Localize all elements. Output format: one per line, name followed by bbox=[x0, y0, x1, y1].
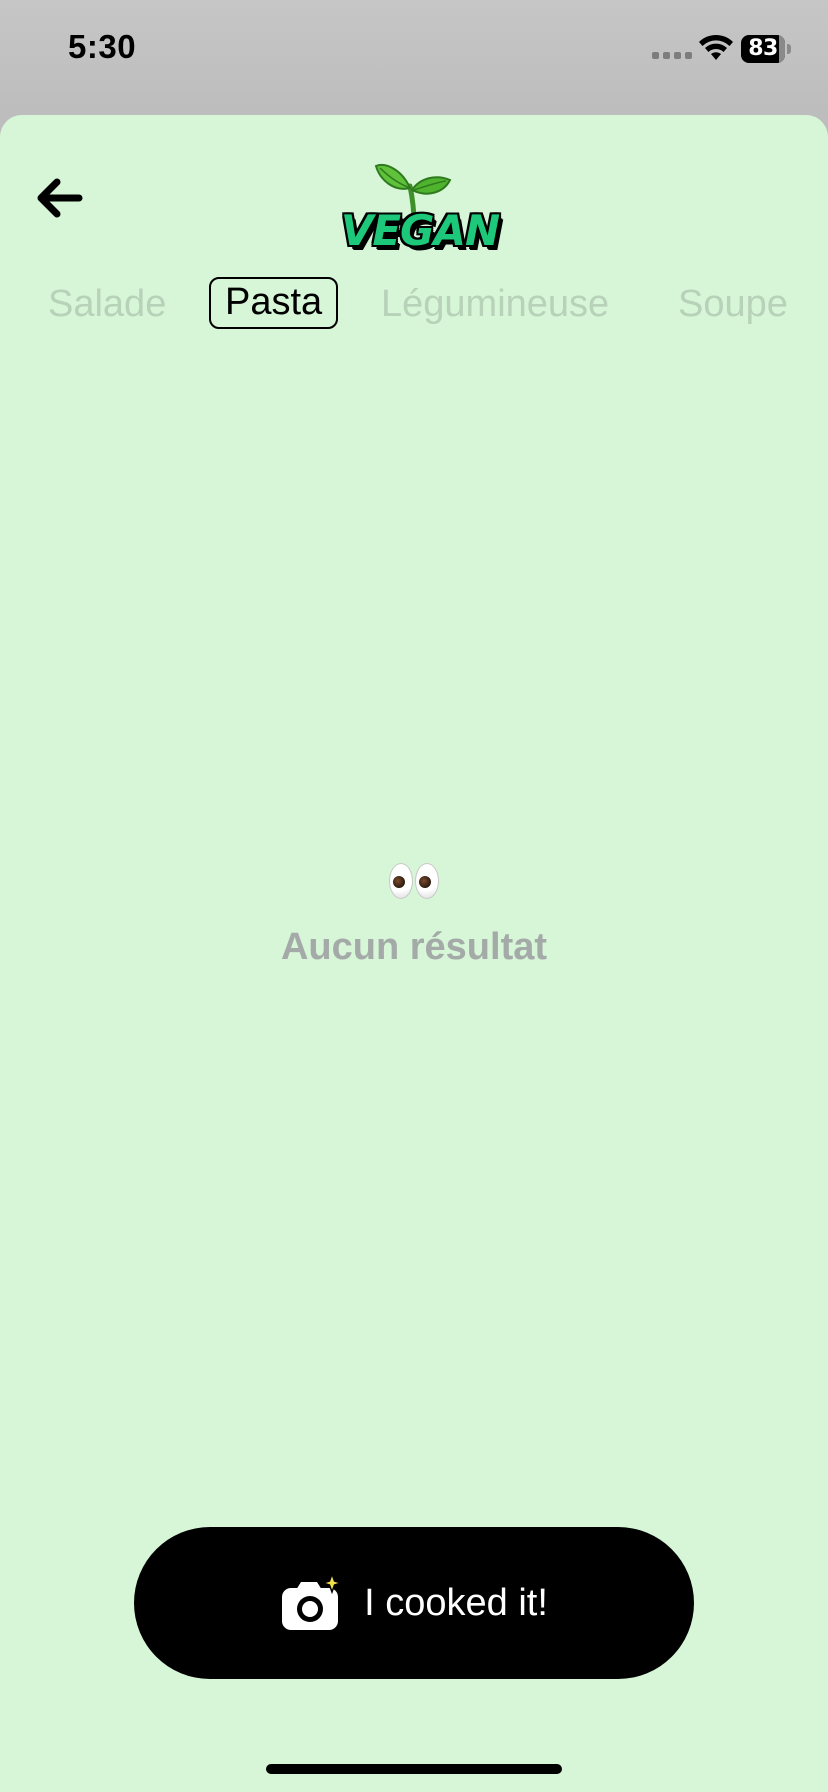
tab-legumineuse[interactable]: Légumineuse bbox=[381, 280, 609, 328]
eyes-icon bbox=[389, 860, 439, 902]
tab-salade[interactable]: Salade bbox=[48, 280, 166, 328]
empty-state-text: Aucun résultat bbox=[280, 926, 548, 968]
battery-icon: 83 bbox=[741, 35, 791, 63]
home-indicator bbox=[266, 1764, 562, 1774]
camera-sparkle-icon bbox=[282, 1574, 343, 1630]
logo-text: VEGAN bbox=[340, 206, 500, 255]
back-arrow-icon bbox=[37, 178, 83, 218]
i-cooked-it-button[interactable]: I cooked it! bbox=[134, 1527, 694, 1679]
tab-pasta[interactable]: Pasta bbox=[209, 277, 339, 329]
back-button[interactable] bbox=[30, 168, 90, 228]
tab-soupe[interactable]: Soupe bbox=[678, 280, 788, 328]
status-time: 5:30 bbox=[68, 28, 137, 65]
battery-level: 83 bbox=[748, 36, 778, 61]
empty-state: Aucun résultat bbox=[0, 860, 828, 969]
status-bar: 5:30 83 bbox=[0, 0, 828, 100]
signal-icon bbox=[652, 52, 692, 59]
i-cooked-it-label: I cooked it! bbox=[364, 1581, 548, 1624]
category-tabs: Salade Pasta Légumineuse Soupe bbox=[0, 277, 828, 336]
vegan-logo: VEGAN bbox=[330, 160, 510, 256]
wifi-icon bbox=[699, 34, 733, 60]
